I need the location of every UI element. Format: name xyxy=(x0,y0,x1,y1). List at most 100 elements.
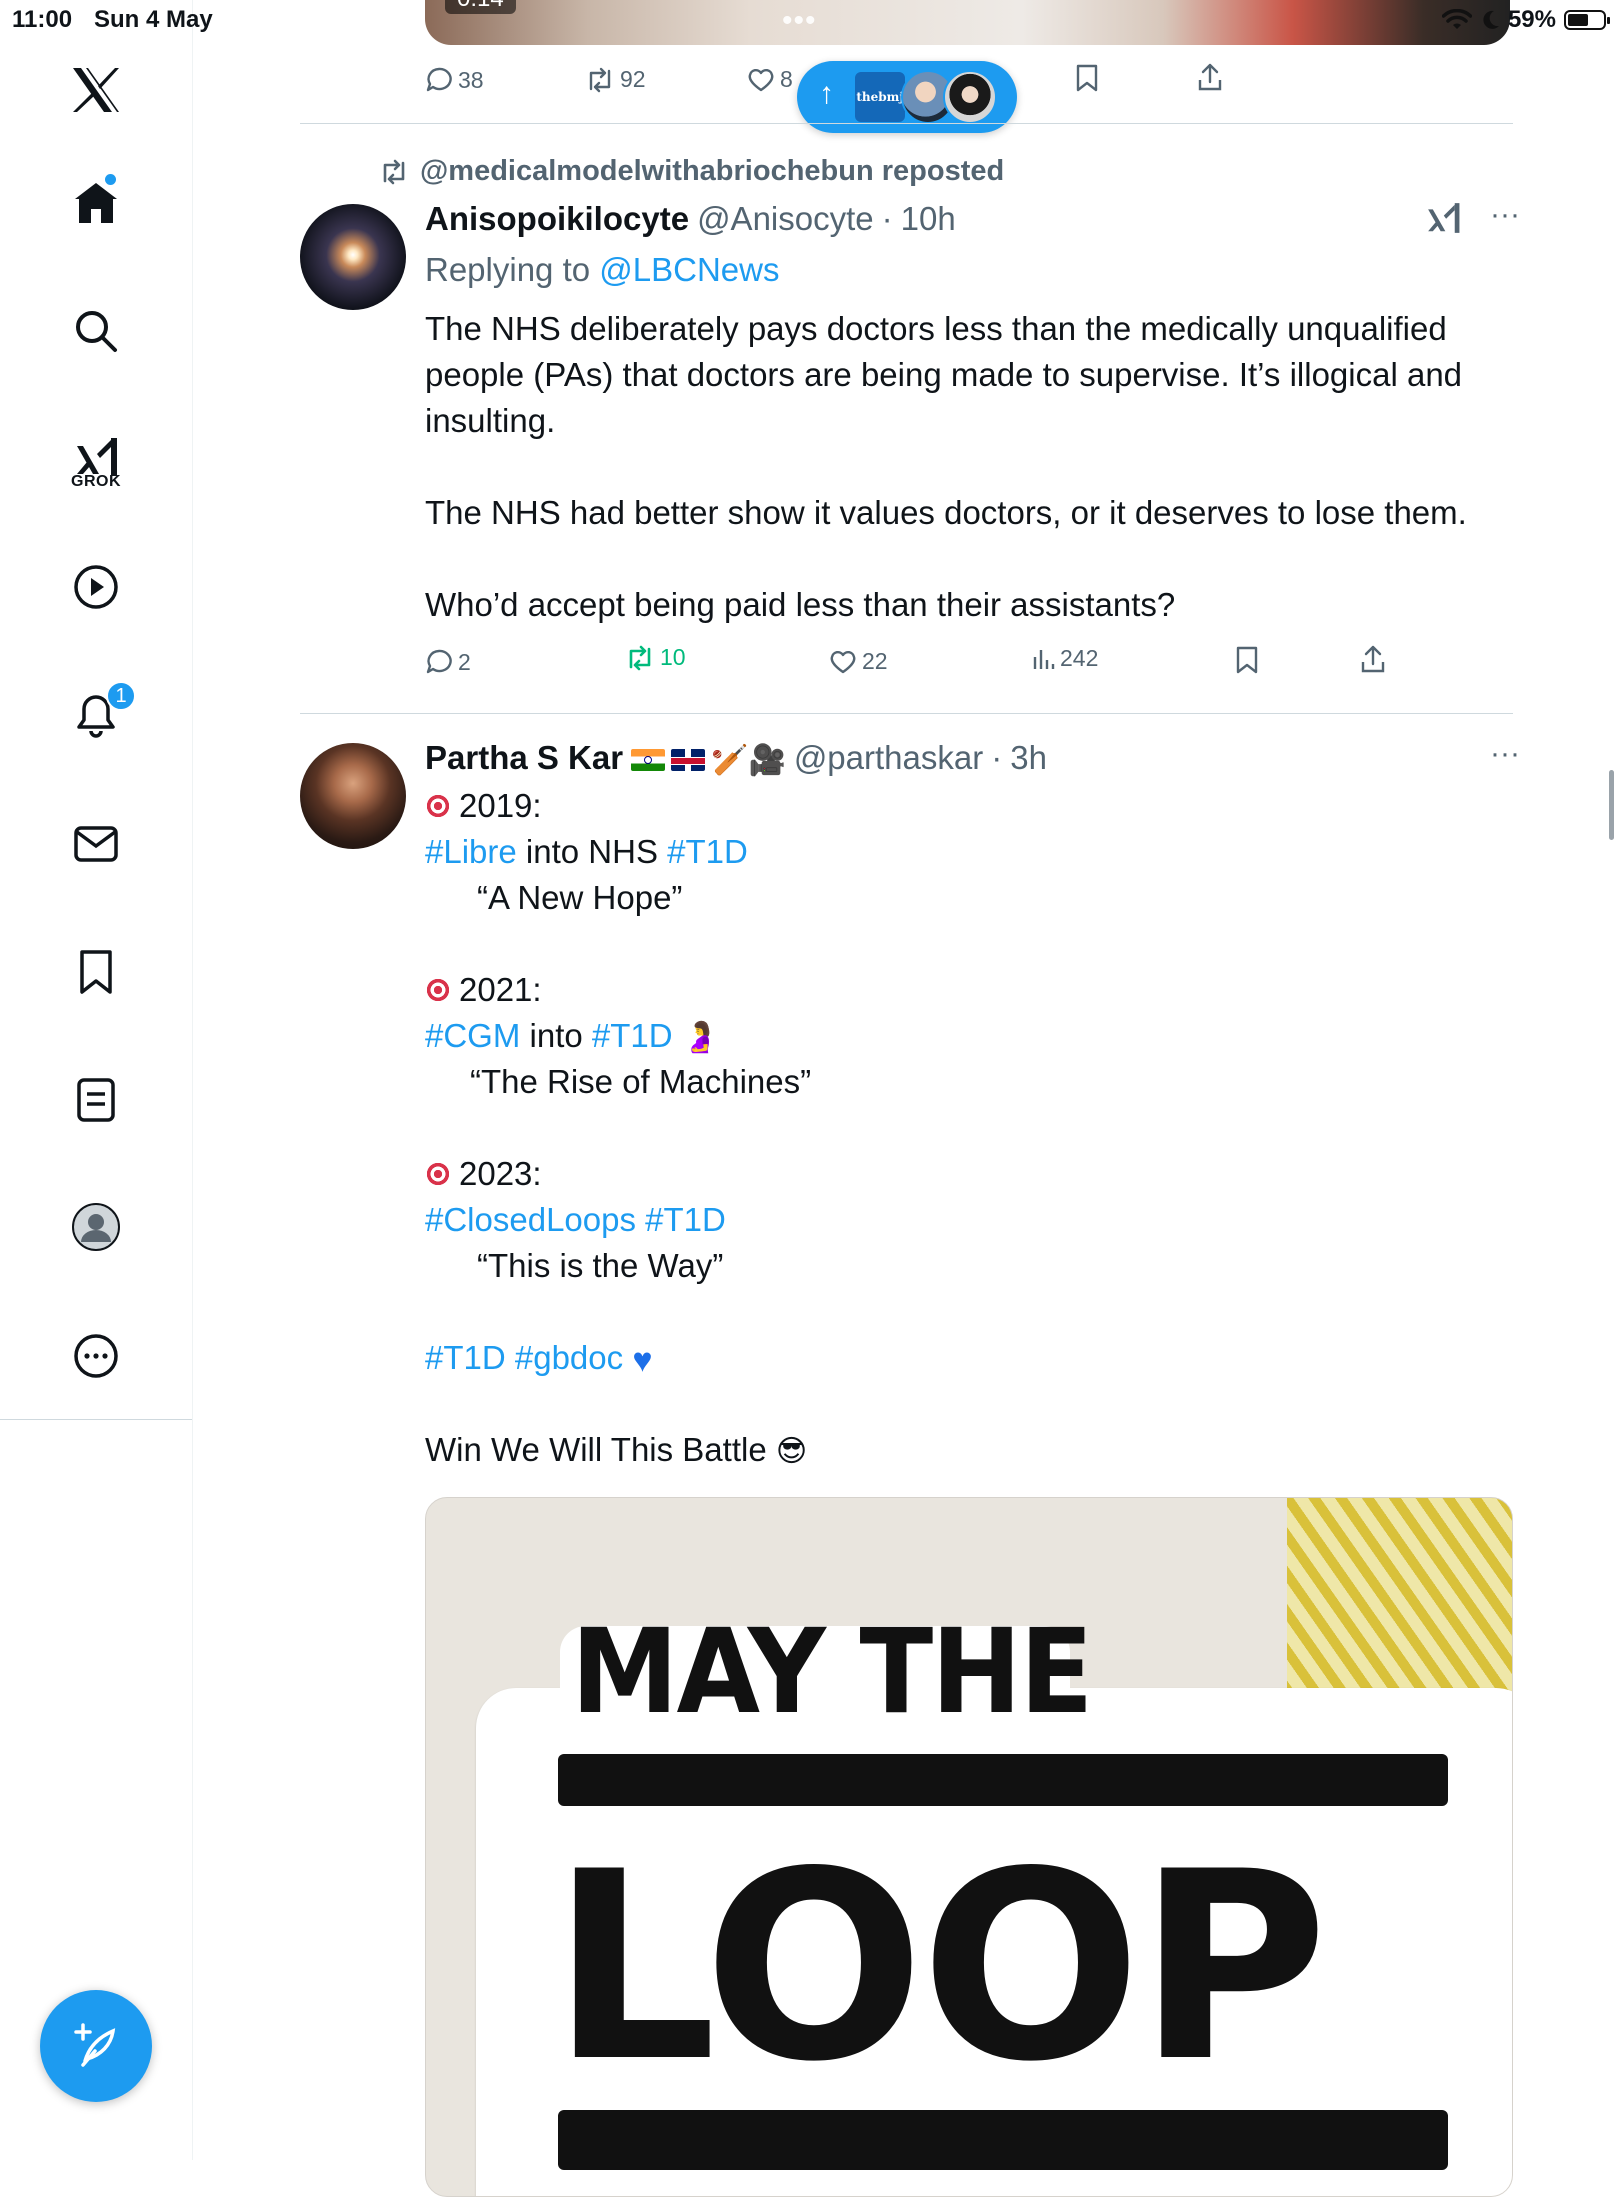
battery-icon xyxy=(1564,10,1610,30)
hashtag-gbdoc[interactable]: #gbdoc xyxy=(515,1339,623,1376)
nav-more[interactable] xyxy=(56,1316,136,1396)
image-bar xyxy=(558,1754,1448,1806)
scrollbar[interactable] xyxy=(1609,770,1614,840)
closing-text: Win We Will This Battle xyxy=(425,1431,767,1468)
text-line: #T1D #gbdoc ♥ xyxy=(425,1335,1515,1381)
notification-badge: 1 xyxy=(106,681,136,711)
handle[interactable]: @parthaskar xyxy=(794,739,983,777)
timestamp[interactable]: 10h xyxy=(901,200,956,238)
display-name[interactable]: Anisopoikilocyte xyxy=(425,200,689,238)
mail-icon xyxy=(74,826,118,862)
reply-action[interactable]: 2 xyxy=(425,648,471,676)
repost-action[interactable]: 10 xyxy=(625,644,686,671)
grok-icon[interactable] xyxy=(1425,200,1461,236)
tweet-paragraph: The NHS deliberately pays doctors less t… xyxy=(425,310,1463,439)
hashtag-libre[interactable]: #Libre xyxy=(425,833,517,870)
more-options-icon[interactable]: ··· xyxy=(1490,198,1520,232)
year-2019: 2019: xyxy=(459,787,542,824)
compose-button[interactable] xyxy=(40,1990,152,2102)
hashtag-t1d[interactable]: #T1D xyxy=(667,833,748,870)
avatar[interactable] xyxy=(300,204,406,310)
tweet-image[interactable]: MAY THE LOOP xyxy=(425,1497,1513,2197)
status-bar: 11:00 Sun 4 May 59% xyxy=(0,0,1620,40)
reply-count: 38 xyxy=(458,66,484,93)
movie-camera-icon: 🎥 xyxy=(748,742,786,778)
reply-action[interactable]: 38 xyxy=(425,66,484,94)
play-circle-icon xyxy=(74,565,118,609)
wifi-icon xyxy=(1441,9,1472,29)
views-chart-icon xyxy=(1033,649,1055,669)
share-action[interactable] xyxy=(1197,62,1223,92)
reply-icon xyxy=(426,649,452,674)
home-icon xyxy=(75,183,117,223)
display-name[interactable]: Partha S Kar xyxy=(425,739,623,777)
reply-count: 2 xyxy=(458,648,471,675)
repost-label: @medicalmodelwithabriochebun reposted xyxy=(420,155,1005,187)
repost-count: 92 xyxy=(620,66,646,92)
replying-prefix: Replying to xyxy=(425,251,591,288)
bookmark-icon xyxy=(80,950,112,994)
grok-label: GROK xyxy=(71,473,121,490)
sunglasses-face-icon: 😎 xyxy=(775,1434,808,1470)
nav-profile[interactable] xyxy=(56,1187,136,1267)
text-line: 2019: xyxy=(425,783,1515,829)
replying-to-link[interactable]: @LBCNews xyxy=(599,251,779,288)
tweet1-actions: 2 10 22 242 xyxy=(425,644,1510,682)
text-line: #CGM into #T1D 🤰 xyxy=(425,1013,1515,1059)
tweet-paragraph: Who’d accept being paid less than their … xyxy=(425,586,1176,623)
views-action[interactable]: 242 xyxy=(1031,645,1098,672)
image-text-loop: LOOP xyxy=(551,1817,1328,2119)
tweet-text: The NHS deliberately pays doctors less t… xyxy=(425,306,1515,628)
hashtag-t1d[interactable]: #T1D xyxy=(645,1201,726,1238)
status-date: Sun 4 May xyxy=(94,6,213,33)
status-time: 11:00 xyxy=(12,6,73,33)
nav-home[interactable] xyxy=(56,163,136,243)
image-text-may-the: MAY THE xyxy=(571,1605,1093,1740)
hashtag-closedloops[interactable]: #ClosedLoops xyxy=(425,1201,636,1238)
moon-icon xyxy=(1483,10,1499,29)
nav-search[interactable] xyxy=(56,291,136,371)
text-into-nhs: into NHS xyxy=(525,833,658,870)
nav-lists[interactable] xyxy=(56,1060,136,1140)
like-action[interactable]: 22 xyxy=(829,648,888,675)
nav-video[interactable] xyxy=(56,547,136,627)
nav-notifications[interactable]: 1 xyxy=(56,675,136,755)
share-icon xyxy=(1198,63,1222,91)
tweet-text: 2019: #Libre into NHS #T1D “A New Hope” … xyxy=(425,783,1515,1473)
handle[interactable]: @Anisocyte xyxy=(697,200,874,238)
sidebar-divider xyxy=(0,1419,192,1420)
hashtag-cgm[interactable]: #CGM xyxy=(425,1017,520,1054)
tweet-divider xyxy=(300,713,1513,714)
quote-2021: “The Rise of Machines” xyxy=(470,1063,812,1100)
hashtag-t1d[interactable]: #T1D xyxy=(425,1339,506,1376)
text-line: #ClosedLoops #T1D xyxy=(425,1197,1515,1243)
avatar[interactable] xyxy=(300,743,406,849)
bookmark-action[interactable] xyxy=(1235,646,1259,674)
year-2023: 2023: xyxy=(459,1155,542,1192)
repost-action[interactable]: 92 xyxy=(585,66,646,93)
x-logo-icon[interactable] xyxy=(56,50,136,130)
tweet-paragraph: The NHS had better show it values doctor… xyxy=(425,494,1467,531)
timestamp[interactable]: 3h xyxy=(1010,739,1047,777)
bookmark-action[interactable] xyxy=(1075,64,1099,92)
name-emojis: 🏏🎥 xyxy=(631,739,786,778)
sidebar: GROK 1 xyxy=(0,0,193,2160)
heart-icon xyxy=(830,650,856,673)
target-icon xyxy=(425,977,451,1004)
like-action[interactable]: 8 xyxy=(747,66,793,93)
battery-percent: 59% xyxy=(1507,6,1556,33)
image-bar xyxy=(558,2110,1448,2170)
text-line: “The Rise of Machines” xyxy=(425,1059,1515,1105)
hashtag-t1d[interactable]: #T1D xyxy=(592,1017,673,1054)
nav-grok[interactable]: GROK xyxy=(56,417,136,497)
nav-messages[interactable] xyxy=(56,804,136,884)
search-icon xyxy=(76,311,117,352)
more-options-icon[interactable]: ··· xyxy=(1490,737,1520,771)
share-action[interactable] xyxy=(1360,644,1386,674)
compose-feather-icon xyxy=(74,2023,116,2067)
list-icon xyxy=(77,1078,115,1122)
nav-bookmarks[interactable] xyxy=(56,932,136,1012)
reply-icon xyxy=(426,67,452,92)
home-unread-dot xyxy=(105,174,116,185)
repost-count: 10 xyxy=(660,644,686,670)
